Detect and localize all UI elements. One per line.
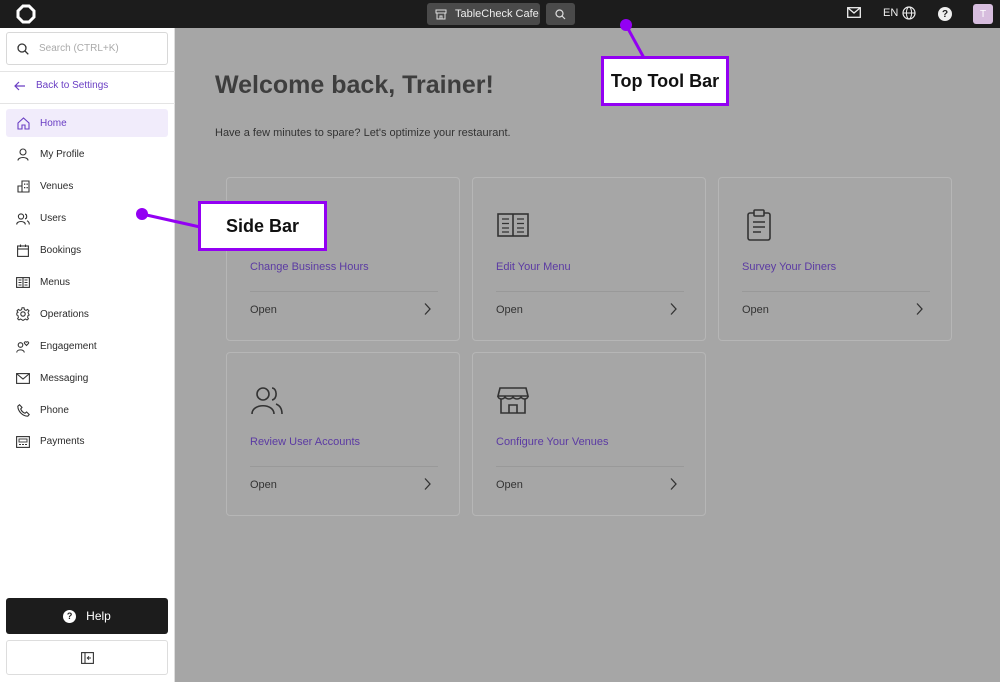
annotation-label: Side Bar xyxy=(225,215,300,236)
divider xyxy=(496,466,684,467)
sidebar-item-label: Menus xyxy=(40,276,71,288)
sidebar-item-phone[interactable]: Phone xyxy=(6,396,168,424)
help-label: Help xyxy=(86,609,111,623)
chevron-right-icon xyxy=(424,478,431,490)
help-icon[interactable]: ? xyxy=(938,7,952,21)
card-open-link[interactable]: Open xyxy=(742,304,769,316)
card-open-link[interactable]: Open xyxy=(250,479,277,491)
mail-icon xyxy=(16,371,30,385)
users-icon xyxy=(16,212,30,226)
divider xyxy=(742,291,930,292)
divider xyxy=(496,291,684,292)
arrow-left-icon xyxy=(14,81,25,90)
side-bar: Back to Settings Home My Profile Venues xyxy=(0,28,175,682)
main-content: Welcome back, Trainer! Have a few minute… xyxy=(175,28,1000,682)
card-title: Edit Your Menu xyxy=(496,261,571,273)
globe-icon xyxy=(902,6,916,20)
card-configure-your-venues[interactable]: Configure Your Venues Open xyxy=(472,352,706,516)
sidebar-item-operations[interactable]: Operations xyxy=(6,300,168,328)
store-icon xyxy=(435,9,447,19)
calendar-icon xyxy=(16,244,30,258)
divider xyxy=(0,71,175,72)
back-to-settings-link[interactable]: Back to Settings xyxy=(14,80,108,91)
divider xyxy=(250,291,438,292)
divider xyxy=(250,466,438,467)
sidebar-nav: Home My Profile Venues Users Bookings Me… xyxy=(6,109,168,460)
venue-label: TableCheck Cafe xyxy=(455,8,539,20)
card-edit-your-menu[interactable]: Edit Your Menu Open xyxy=(472,177,706,341)
page-title: Welcome back, Trainer! xyxy=(215,71,494,99)
back-label: Back to Settings xyxy=(36,80,109,91)
sidebar-item-venues[interactable]: Venues xyxy=(6,173,168,201)
payment-icon xyxy=(16,435,30,449)
sidebar-item-users[interactable]: Users xyxy=(6,205,168,233)
sidebar-item-label: Engagement xyxy=(40,340,97,352)
top-search-button[interactable] xyxy=(546,3,575,25)
person-icon xyxy=(16,148,30,162)
sidebar-item-home[interactable]: Home xyxy=(6,109,168,137)
sidebar-item-bookings[interactable]: Bookings xyxy=(6,237,168,265)
language-label: EN xyxy=(883,7,899,19)
collapse-sidebar-icon xyxy=(80,651,94,664)
sidebar-item-engagement[interactable]: Engagement xyxy=(6,332,168,360)
divider xyxy=(0,103,175,104)
users-icon xyxy=(251,387,283,415)
help-button[interactable]: ? Help xyxy=(6,598,168,634)
page-subtitle: Have a few minutes to spare? Let's optim… xyxy=(215,127,511,139)
card-review-user-accounts[interactable]: Review User Accounts Open xyxy=(226,352,460,516)
sidebar-item-label: Payments xyxy=(40,436,85,448)
search-icon xyxy=(17,42,29,55)
gear-icon xyxy=(16,307,30,322)
language-selector[interactable]: EN xyxy=(883,6,916,20)
sidebar-item-label: Users xyxy=(40,213,67,225)
card-open-link[interactable]: Open xyxy=(496,304,523,316)
avatar[interactable]: T xyxy=(973,4,993,24)
card-survey-your-diners[interactable]: Survey Your Diners Open xyxy=(718,177,952,341)
venue-selector-button[interactable]: TableCheck Cafe xyxy=(427,3,540,25)
sidebar-item-label: Operations xyxy=(40,308,89,320)
sidebar-item-menus[interactable]: Menus xyxy=(6,268,168,296)
card-open-link[interactable]: Open xyxy=(250,304,277,316)
avatar-initial: T xyxy=(979,8,987,20)
sidebar-item-label: Phone xyxy=(40,404,69,416)
sidebar-search[interactable] xyxy=(6,32,168,65)
search-icon xyxy=(555,8,566,19)
sidebar-item-label: Venues xyxy=(40,181,74,193)
sidebar-item-label: Home xyxy=(40,117,67,129)
sidebar-item-my-profile[interactable]: My Profile xyxy=(6,141,168,169)
card-title: Survey Your Diners xyxy=(742,261,837,273)
annotation-label: Top Tool Bar xyxy=(610,70,720,91)
chevron-right-icon xyxy=(916,303,923,315)
chevron-right-icon xyxy=(670,478,677,490)
help-icon: ? xyxy=(63,609,77,623)
card-title: Change Business Hours xyxy=(250,261,369,273)
card-open-link[interactable]: Open xyxy=(496,479,523,491)
search-input[interactable] xyxy=(39,43,149,54)
top-tool-bar: TableCheck Cafe EN ? T xyxy=(0,0,1000,28)
mail-icon[interactable] xyxy=(847,7,861,18)
sidebar-item-messaging[interactable]: Messaging xyxy=(6,364,168,392)
sidebar-item-label: Bookings xyxy=(40,245,82,257)
menu-book-icon xyxy=(497,213,529,237)
home-icon xyxy=(16,116,30,130)
annotation-side-bar: Side Bar xyxy=(198,201,327,251)
phone-icon xyxy=(16,403,30,417)
chevron-right-icon xyxy=(670,303,677,315)
collapse-sidebar-button[interactable] xyxy=(6,640,168,675)
storefront-icon xyxy=(496,387,530,414)
annotation-top-tool-bar: Top Tool Bar xyxy=(601,56,729,106)
sidebar-item-label: Messaging xyxy=(40,372,89,384)
card-title: Configure Your Venues xyxy=(496,436,609,448)
menu-book-icon xyxy=(16,275,30,289)
card-title: Review User Accounts xyxy=(250,436,361,448)
chevron-right-icon xyxy=(424,303,431,315)
sidebar-item-label: My Profile xyxy=(40,149,85,161)
sidebar-item-payments[interactable]: Payments xyxy=(6,428,168,456)
building-icon xyxy=(16,180,30,194)
logo-icon[interactable] xyxy=(16,4,36,24)
clipboard-icon xyxy=(747,209,771,241)
heart-person-icon xyxy=(16,339,30,353)
